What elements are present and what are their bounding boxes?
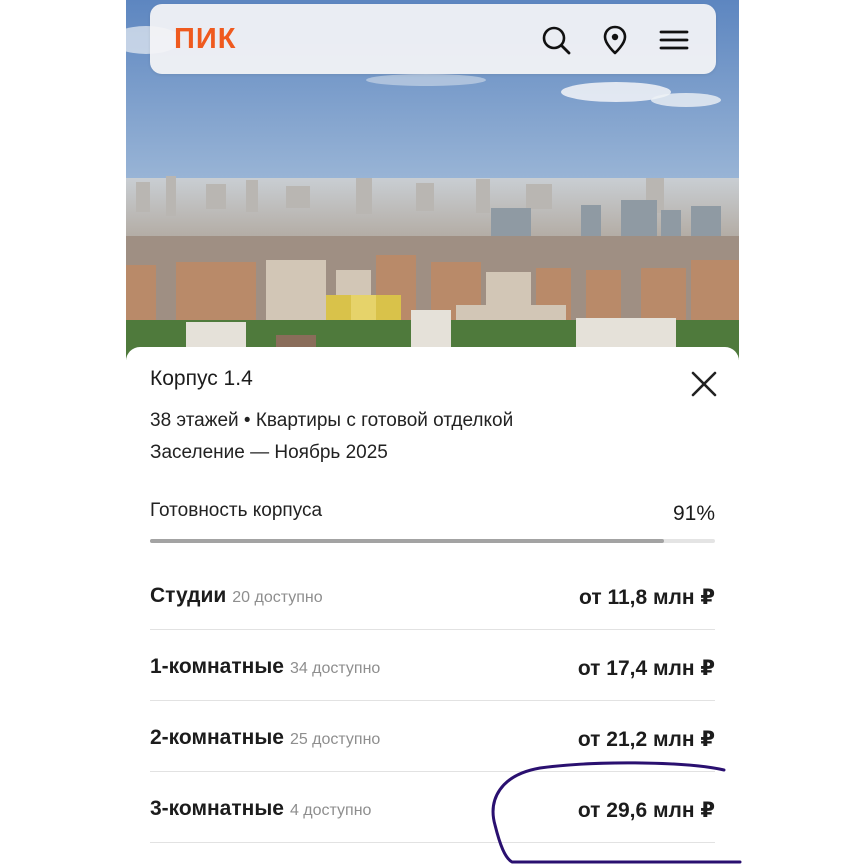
apartment-type: 3-комнатные xyxy=(150,797,284,820)
building-details: 38 этажей • Квартиры с готовой отделкой xyxy=(150,410,514,431)
phone-screen: ПИК Корпус 1.4 38 этажей • Квартиры с го… xyxy=(126,0,739,864)
apartment-type: Студии xyxy=(150,584,227,607)
readiness-label: Готовность корпуса xyxy=(150,500,323,521)
building-title: Корпус 1.4 xyxy=(150,367,253,390)
readiness-value: 91% xyxy=(672,502,715,525)
availability-count: 4 доступно xyxy=(289,802,372,819)
apartment-row-studio[interactable]: Студии 20 доступно от 11,8 млн ₽ xyxy=(150,558,715,630)
menu-icon[interactable] xyxy=(658,24,690,56)
apartment-row-1-room[interactable]: 1-комнатные 34 доступно от 17,4 млн ₽ xyxy=(150,629,715,701)
apartment-type: 1-комнатные xyxy=(150,655,284,678)
apartment-price: от 21,2 млн ₽ xyxy=(577,728,715,751)
pik-logo[interactable]: ПИК xyxy=(174,22,236,56)
apartment-price: от 29,6 млн ₽ xyxy=(577,799,715,822)
building-info-sheet: Корпус 1.4 38 этажей • Квартиры с готово… xyxy=(126,347,739,864)
close-icon[interactable] xyxy=(689,369,719,399)
apartment-type: 2-комнатные xyxy=(150,726,284,749)
apartment-row-2-room[interactable]: 2-комнатные 25 доступно от 21,2 млн ₽ xyxy=(150,700,715,772)
readiness-progress-bar xyxy=(150,539,715,543)
location-pin-icon[interactable] xyxy=(599,24,631,56)
apartment-price: от 17,4 млн ₽ xyxy=(577,657,715,680)
availability-count: 25 доступно xyxy=(289,731,381,748)
availability-count: 20 доступно xyxy=(232,589,323,606)
availability-count: 34 доступно xyxy=(289,660,381,677)
apartment-price: от 11,8 млн ₽ xyxy=(579,586,715,609)
top-navigation-bar: ПИК xyxy=(150,4,716,74)
apartment-row-3-room[interactable]: 3-комнатные 4 доступно от 29,6 млн ₽ xyxy=(150,771,715,843)
move-in-date: Заселение — Ноябрь 2025 xyxy=(150,442,388,463)
search-icon[interactable] xyxy=(540,24,572,56)
readiness-progress-fill xyxy=(150,539,665,543)
